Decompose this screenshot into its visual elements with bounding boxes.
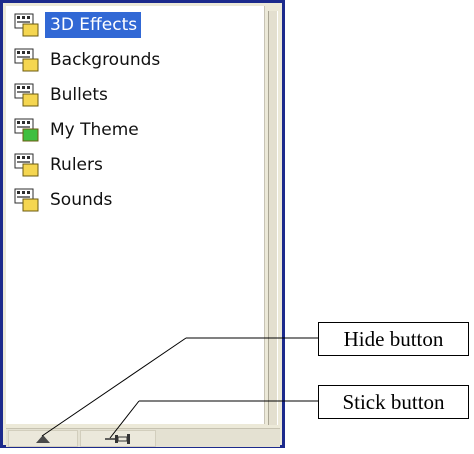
hide-callout-leader bbox=[41, 337, 187, 437]
stick-button-callout: Stick button bbox=[318, 385, 469, 419]
stick-callout-leader bbox=[109, 400, 140, 439]
hide-button-callout: Hide button bbox=[318, 322, 469, 356]
